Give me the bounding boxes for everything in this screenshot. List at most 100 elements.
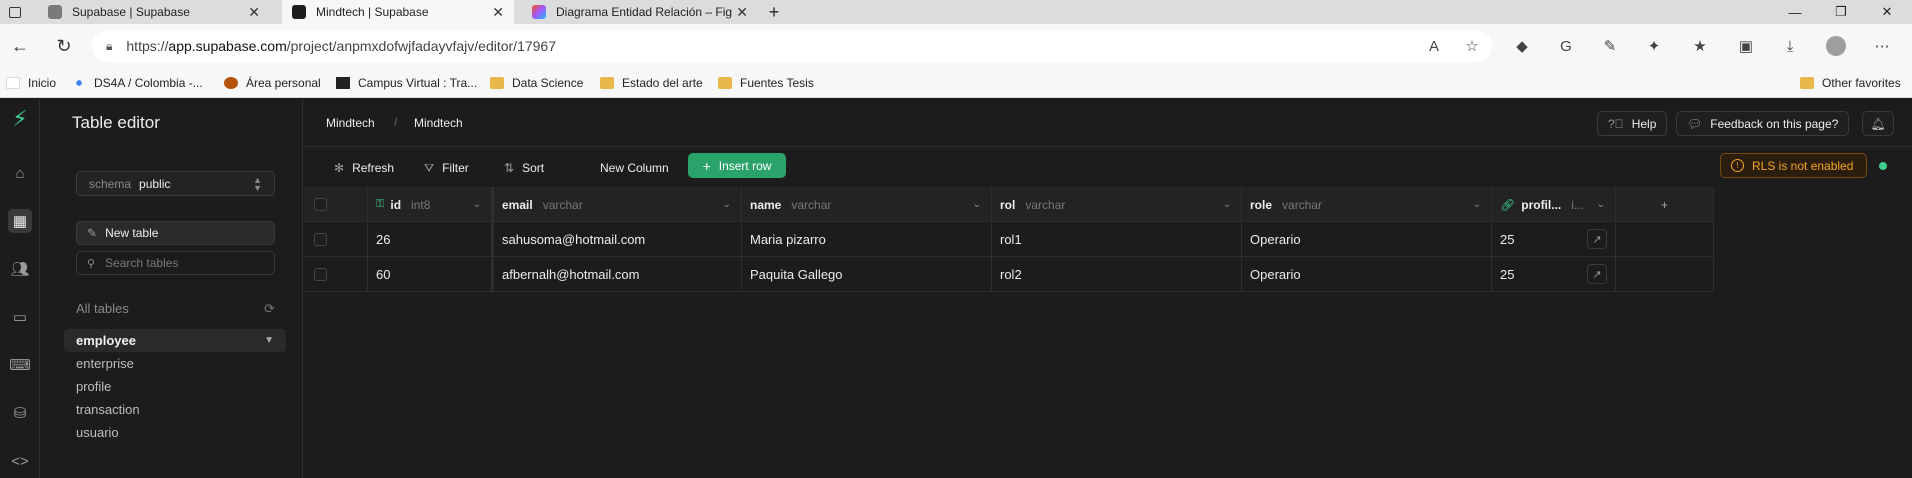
refresh-button[interactable]: ✻ Refresh (334, 159, 394, 177)
more-options-icon[interactable]: ⋯ (1872, 36, 1892, 56)
new-table-button[interactable]: ✎ New table (76, 221, 275, 245)
table-item-employee[interactable]: employee ▼ (64, 329, 286, 352)
table-item-usuario[interactable]: usuario (64, 421, 286, 444)
column-name: id (390, 197, 402, 212)
filter-button[interactable]: ⛛ Filter (424, 159, 469, 177)
open-reference-icon[interactable]: ↗ (1587, 229, 1607, 249)
close-tab-icon[interactable]: ✕ (492, 4, 504, 21)
bookmark-campus-virtual[interactable]: Campus Virtual : Tra... (336, 74, 477, 92)
close-tab-icon[interactable]: ✕ (736, 4, 748, 21)
extension-icon[interactable]: ◆ (1512, 36, 1532, 56)
tab-actions-icon[interactable] (0, 0, 30, 24)
feedback-button[interactable]: 💬︎ Feedback on this page? (1676, 111, 1850, 136)
table-row[interactable]: 26 sahusoma@hotmail.com Maria pizarro ro… (304, 222, 1714, 257)
column-header-id[interactable]: ⚿ id int8 ⌄ (368, 187, 492, 222)
table-item-profile[interactable]: profile (64, 375, 286, 398)
close-window-icon[interactable]: ✕ (1864, 0, 1910, 24)
lock-icon: 🔒︎ (106, 38, 113, 53)
sort-button[interactable]: ⇅ Sort (504, 159, 544, 177)
chevron-down-icon[interactable]: ⌄ (1223, 199, 1231, 210)
column-header-name[interactable]: name varchar ⌄ (742, 187, 992, 222)
restore-icon[interactable]: ❐ (1818, 0, 1864, 24)
sql-editor-icon[interactable]: ⌨ (8, 353, 32, 377)
open-reference-icon[interactable]: ↗ (1587, 264, 1607, 284)
refresh-tables-icon[interactable]: ⟳ (264, 301, 275, 317)
supabase-logo-icon[interactable]: ⚡︎ (8, 106, 32, 131)
cell-role[interactable]: Operario (1242, 257, 1492, 292)
home-icon[interactable]: ⌂ (8, 161, 32, 185)
table-item-enterprise[interactable]: enterprise (64, 352, 286, 375)
tab-mindtech[interactable]: Mindtech | Supabase ✕ (282, 0, 514, 24)
cell-name[interactable]: Maria pizarro (742, 222, 992, 257)
back-icon[interactable]: ← (8, 34, 32, 58)
chevron-down-icon[interactable]: ⌄ (1473, 199, 1481, 210)
bookmark-estado-del-arte[interactable]: Estado del arte (600, 74, 703, 92)
refresh-icon: ✻ (334, 161, 345, 175)
new-column-button[interactable]: New Column (600, 159, 669, 177)
bookmark-area-personal[interactable]: Área personal (224, 74, 321, 92)
bookmark-ds4a[interactable]: DS4A / Colombia -... (72, 74, 203, 92)
extensions-icon[interactable]: ✦ (1644, 36, 1664, 56)
cell-email[interactable]: sahusoma@hotmail.com (492, 222, 742, 257)
downloads-icon[interactable]: ⤓ (1780, 36, 1800, 56)
tab-figma[interactable]: Diagrama Entidad Relación – Fig ✕ (522, 0, 758, 24)
cell-email[interactable]: afbernalh@hotmail.com (492, 257, 742, 292)
chevron-down-icon[interactable]: ▼ (264, 329, 274, 352)
read-aloud-icon[interactable]: A (1424, 36, 1444, 56)
cell-name[interactable]: Paquita Gallego (742, 257, 992, 292)
breadcrumb-org[interactable]: Mindtech (326, 116, 375, 130)
column-header-role[interactable]: role varchar ⌄ (1242, 187, 1492, 222)
cell-profile[interactable]: 25 ↗ (1492, 222, 1616, 257)
column-name: rol (1000, 197, 1016, 212)
row-checkbox[interactable] (314, 233, 327, 246)
collections-icon[interactable]: ▣ (1736, 36, 1756, 56)
cell-id[interactable]: 60 (368, 257, 492, 292)
chevron-down-icon[interactable]: ⌄ (973, 199, 981, 210)
help-button[interactable]: ?⃝ Help (1597, 111, 1668, 136)
bookmark-label: Inicio (28, 76, 57, 90)
bookmark-other-favorites[interactable]: Other favorites (1800, 74, 1901, 92)
url-field[interactable]: 🔒︎ https:// app.supabase.com /project/an… (92, 30, 1492, 62)
column-header-email[interactable]: email varchar ⌄ (492, 187, 742, 222)
bookmark-inicio[interactable]: Inicio (6, 74, 56, 92)
cell-id[interactable]: 26 (368, 222, 492, 257)
profile-avatar-icon[interactable] (1826, 36, 1846, 56)
chevron-down-icon[interactable]: ⌄ (723, 199, 731, 210)
rls-warning-badge[interactable]: ! RLS is not enabled (1720, 153, 1867, 178)
breadcrumb-project[interactable]: Mindtech (414, 116, 463, 130)
cell-role[interactable]: Operario (1242, 222, 1492, 257)
api-code-icon[interactable]: <> (8, 449, 32, 473)
grammarly-icon[interactable]: G (1556, 36, 1576, 56)
database-icon[interactable]: ⛁ (8, 401, 32, 425)
row-checkbox[interactable] (314, 268, 327, 281)
storage-icon[interactable]: ▭ (8, 305, 32, 329)
bookmark-fuentes-tesis[interactable]: Fuentes Tesis (718, 74, 814, 92)
color-picker-icon[interactable]: ✎ (1600, 36, 1620, 56)
reload-icon[interactable]: ↻ (52, 34, 76, 58)
minimize-icon[interactable]: — (1772, 0, 1818, 24)
notifications-button[interactable]: 🔔︎ (1862, 111, 1894, 136)
search-tables-input[interactable] (105, 256, 266, 270)
table-item-label: enterprise (76, 356, 134, 371)
cell-rol[interactable]: rol2 (992, 257, 1242, 292)
table-row[interactable]: 60 afbernalh@hotmail.com Paquita Gallego… (304, 257, 1714, 292)
add-column-button[interactable]: + (1616, 187, 1714, 222)
schema-selector[interactable]: schema public ▲ ▼ (76, 171, 275, 196)
bookmark-data-science[interactable]: Data Science (490, 74, 583, 92)
chevron-down-icon[interactable]: ⌄ (1597, 199, 1605, 210)
auth-users-icon[interactable]: 👥︎ (8, 257, 32, 281)
cell-rol[interactable]: rol1 (992, 222, 1242, 257)
insert-row-button[interactable]: + Insert row (688, 153, 786, 178)
column-header-profile[interactable]: 🔗︎ profil... i... ⌄ (1492, 187, 1616, 222)
column-header-rol[interactable]: rol varchar ⌄ (992, 187, 1242, 222)
new-tab-icon[interactable]: + (762, 0, 786, 24)
cell-profile[interactable]: 25 ↗ (1492, 257, 1616, 292)
table-item-transaction[interactable]: transaction (64, 398, 286, 421)
chevron-down-icon[interactable]: ⌄ (473, 199, 481, 210)
table-editor-icon[interactable]: ▦ (8, 209, 32, 233)
favorites-icon[interactable]: ★ (1690, 36, 1710, 56)
add-favorite-icon[interactable]: ☆ (1462, 36, 1482, 56)
tab-supabase[interactable]: Supabase | Supabase ✕ (38, 0, 270, 24)
select-all-checkbox[interactable] (314, 198, 327, 211)
close-tab-icon[interactable]: ✕ (248, 4, 260, 21)
